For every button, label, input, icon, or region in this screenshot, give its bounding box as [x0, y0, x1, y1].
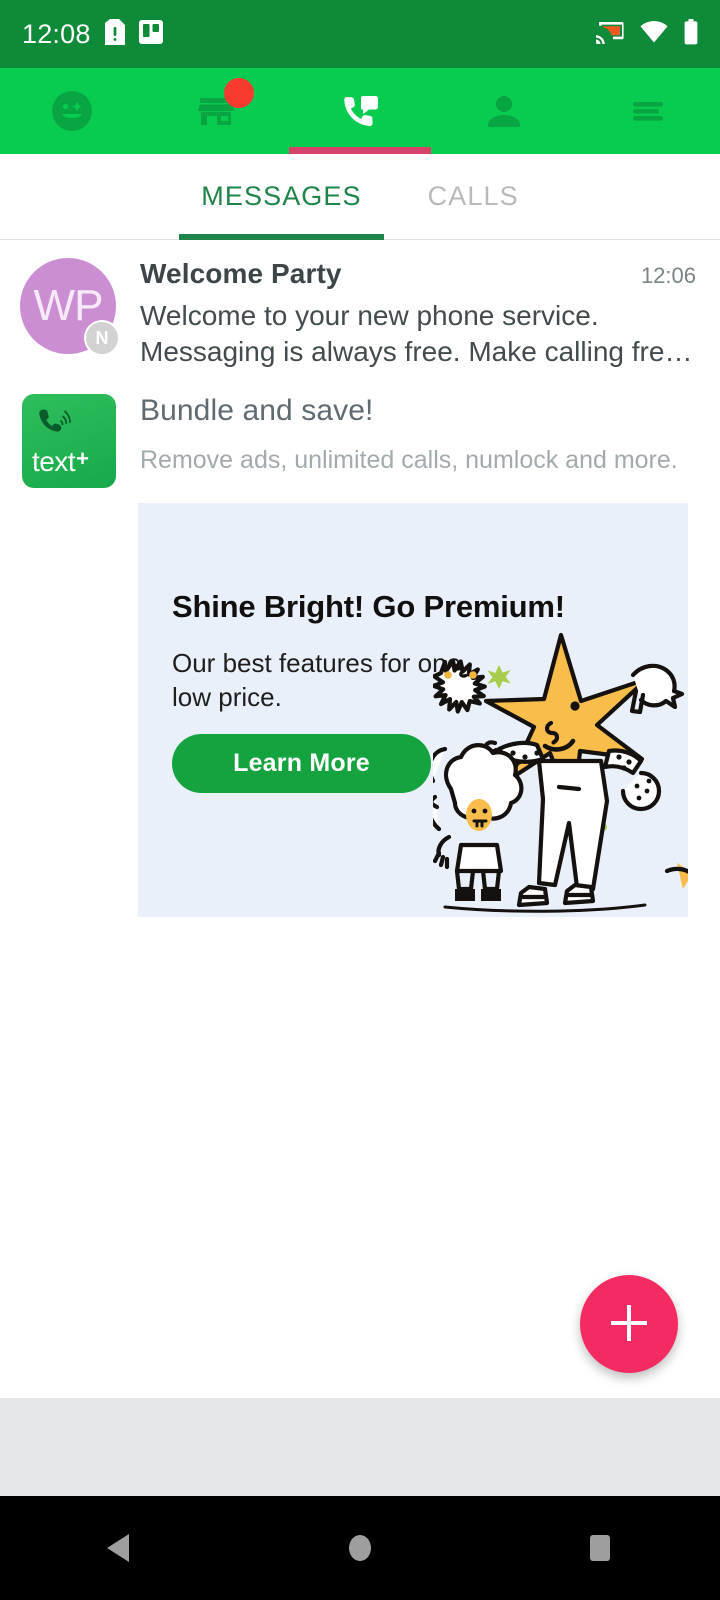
plus-icon	[607, 1301, 651, 1348]
nav-item-messages[interactable]	[288, 68, 432, 154]
smiley-face-icon	[48, 87, 96, 135]
system-navigation-bar	[0, 1496, 720, 1600]
textplus-logo-icon: text +	[22, 393, 116, 488]
cast-icon	[596, 20, 624, 49]
avatar-network-badge: N	[84, 320, 120, 356]
top-navigation-bar	[0, 68, 720, 154]
tab-bar: MESSAGES CALLS	[0, 154, 720, 240]
conversation-body: Welcome Party 12:06 Welcome to your new …	[116, 258, 696, 370]
bundle-promo-text: Bundle and save! Remove ads, unlimited c…	[116, 394, 696, 488]
person-icon	[480, 87, 528, 135]
star-character-illustration	[422, 631, 688, 917]
wifi-icon	[640, 20, 668, 48]
home-button[interactable]	[300, 1496, 420, 1600]
back-button[interactable]	[60, 1496, 180, 1600]
ad-title: Shine Bright! Go Premium!	[172, 589, 565, 624]
ad-copy: Shine Bright! Go Premium! Our best featu…	[172, 589, 565, 715]
battery-icon	[684, 18, 698, 50]
textplus-plus: +	[76, 445, 89, 471]
phone-handset-icon	[38, 406, 78, 445]
bundle-promo-title: Bundle and save!	[140, 393, 374, 427]
tab-calls[interactable]: CALLS	[406, 154, 541, 240]
conversation-header: Welcome Party 12:06	[140, 258, 696, 290]
avatar[interactable]: WP N	[20, 258, 120, 356]
learn-more-button[interactable]: Learn More	[172, 734, 431, 793]
textplus-word: text	[32, 445, 76, 477]
advertisement-card[interactable]: Shine Bright! Go Premium! Our best featu…	[138, 503, 688, 917]
conversation-preview: Welcome to your new phone service. Messa…	[140, 300, 693, 367]
nav-item-stickers[interactable]	[0, 68, 144, 154]
status-bar-left: 12:08	[22, 18, 163, 50]
status-bar: 12:08	[0, 0, 720, 68]
bundle-promo-subtitle: Remove ads, unlimited calls, numlock and…	[140, 445, 678, 474]
status-bar-clock: 12:08	[22, 18, 91, 49]
recents-button[interactable]	[540, 1496, 660, 1600]
conversation-list-item[interactable]: WP N Welcome Party 12:06 Welcome to your…	[0, 240, 720, 380]
nav-item-store[interactable]	[144, 68, 288, 154]
new-message-fab[interactable]	[580, 1275, 678, 1373]
conversation-name: Welcome Party	[140, 258, 342, 289]
store-icon	[192, 78, 254, 135]
conversation-timestamp: 12:06	[640, 263, 696, 288]
bottom-ad-banner	[0, 1398, 720, 1496]
message-phone-icon	[336, 87, 384, 135]
store-notification-badge	[224, 78, 254, 108]
nav-item-contacts[interactable]	[432, 68, 576, 154]
nav-item-menu[interactable]	[576, 68, 720, 154]
tab-messages[interactable]: MESSAGES	[179, 154, 385, 240]
status-bar-right	[596, 18, 698, 50]
sim-card-alert-icon	[104, 18, 125, 50]
ad-subtitle: Our best features for one low price.	[172, 648, 462, 712]
tab-messages-label: MESSAGES	[201, 181, 362, 211]
hamburger-menu-icon	[624, 87, 672, 135]
bundle-promo-row[interactable]: text + Bundle and save! Remove ads, unlim…	[0, 379, 720, 494]
trello-notification-icon	[138, 19, 163, 49]
textplus-wordmark: text +	[32, 446, 89, 478]
tab-calls-label: CALLS	[427, 181, 519, 211]
